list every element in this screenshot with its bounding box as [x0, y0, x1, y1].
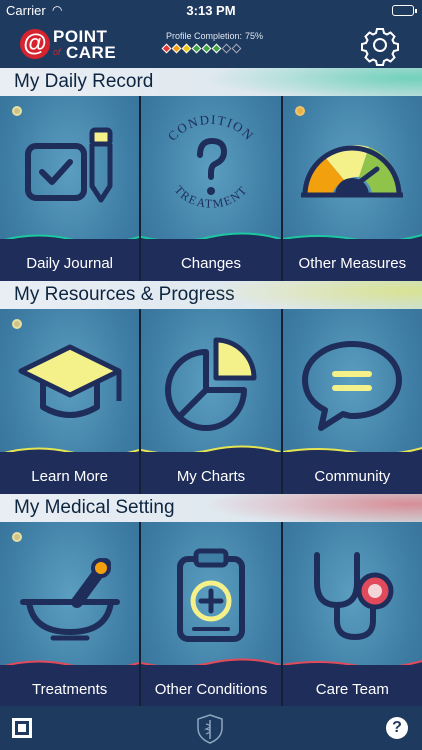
section-title: My Daily Record — [14, 71, 154, 92]
tile-my-charts[interactable]: My Charts — [141, 309, 281, 494]
profile-completion-label: Profile Completion: 75% — [163, 31, 273, 41]
progress-diamond — [181, 43, 192, 54]
progress-diamond — [201, 43, 212, 54]
shield-caduceus-icon[interactable] — [196, 714, 224, 744]
profile-progress-diamonds — [161, 43, 273, 54]
tile-label: Daily Journal — [26, 255, 114, 272]
tile-care-team[interactable]: Care Team — [282, 522, 422, 707]
section-header-daily-record: My Daily Record — [0, 68, 422, 96]
battery-icon — [392, 5, 417, 16]
pie-chart-icon — [165, 337, 257, 431]
checklist-icon — [24, 127, 113, 203]
section-header-resources-progress: My Resources & Progress — [0, 281, 422, 309]
tile-other-measures[interactable]: Other Measures — [282, 96, 422, 281]
status-bar: Carrier ◠ 3:13 PM — [0, 0, 422, 22]
tile-label: Changes — [180, 255, 242, 272]
tile-row-resources-progress: Learn More My Charts Community — [0, 309, 422, 494]
tile-label: Care Team — [315, 681, 389, 698]
tile-label: Other Measures — [298, 255, 407, 272]
graduation-cap-icon — [18, 344, 122, 418]
section-title: My Medical Setting — [14, 497, 175, 518]
tile-row-daily-record: Daily Journal CONDITION TREATMENT Change… — [0, 96, 422, 281]
profile-completion-title: Profile Completion: — [166, 31, 243, 41]
tile-community[interactable]: Community — [282, 309, 422, 494]
progress-diamond — [161, 43, 172, 54]
tile-label: Other Conditions — [154, 681, 268, 698]
speech-bubble-icon — [302, 341, 403, 431]
bottom-bar: ? — [0, 706, 422, 750]
help-button[interactable]: ? — [386, 717, 408, 739]
progress-diamond — [171, 43, 182, 54]
tile-label: Treatments — [32, 681, 108, 698]
progress-diamond — [231, 43, 242, 54]
stethoscope-icon — [314, 552, 394, 641]
icon-text-treatment: TREATMENT — [172, 183, 249, 211]
progress-diamond — [191, 43, 202, 54]
clipboard-icon — [176, 548, 245, 642]
progress-diamond — [211, 43, 222, 54]
qr-scan-icon[interactable] — [12, 718, 32, 738]
app-header: @ POINT of CARE Profile Completion: 75% — [0, 22, 422, 68]
point-of-care-logo: @ POINT of CARE — [20, 27, 120, 62]
gauge-icon — [301, 145, 404, 198]
condition-treatment-icon: CONDITION TREATMENT — [165, 112, 256, 211]
section-header-medical-setting: My Medical Setting — [0, 494, 422, 522]
tile-other-conditions[interactable]: Other Conditions — [141, 522, 281, 707]
tile-daily-journal[interactable]: Daily Journal — [0, 96, 140, 281]
profile-completion[interactable]: Profile Completion: 75% — [161, 31, 273, 54]
logo-at-mark: @ — [20, 29, 50, 59]
tile-label: My Charts — [176, 468, 246, 485]
logo-of-text: of — [53, 47, 61, 57]
tile-label: Community — [314, 468, 391, 485]
progress-diamond — [221, 43, 232, 54]
tile-row-medical-setting: Treatments Other Conditions Care Team — [0, 522, 422, 707]
status-time: 3:13 PM — [186, 3, 236, 18]
mortar-pestle-icon — [19, 558, 120, 641]
settings-gear-icon[interactable] — [361, 27, 399, 66]
logo-care-text: CARE — [66, 43, 117, 62]
tile-learn-more[interactable]: Learn More — [0, 309, 140, 494]
profile-completion-value: 75% — [245, 31, 264, 41]
tile-treatments[interactable]: Treatments — [0, 522, 140, 707]
tile-changes[interactable]: CONDITION TREATMENT Changes — [141, 96, 281, 281]
tile-label: Learn More — [31, 468, 109, 485]
svg-text:TREATMENT: TREATMENT — [172, 183, 251, 211]
